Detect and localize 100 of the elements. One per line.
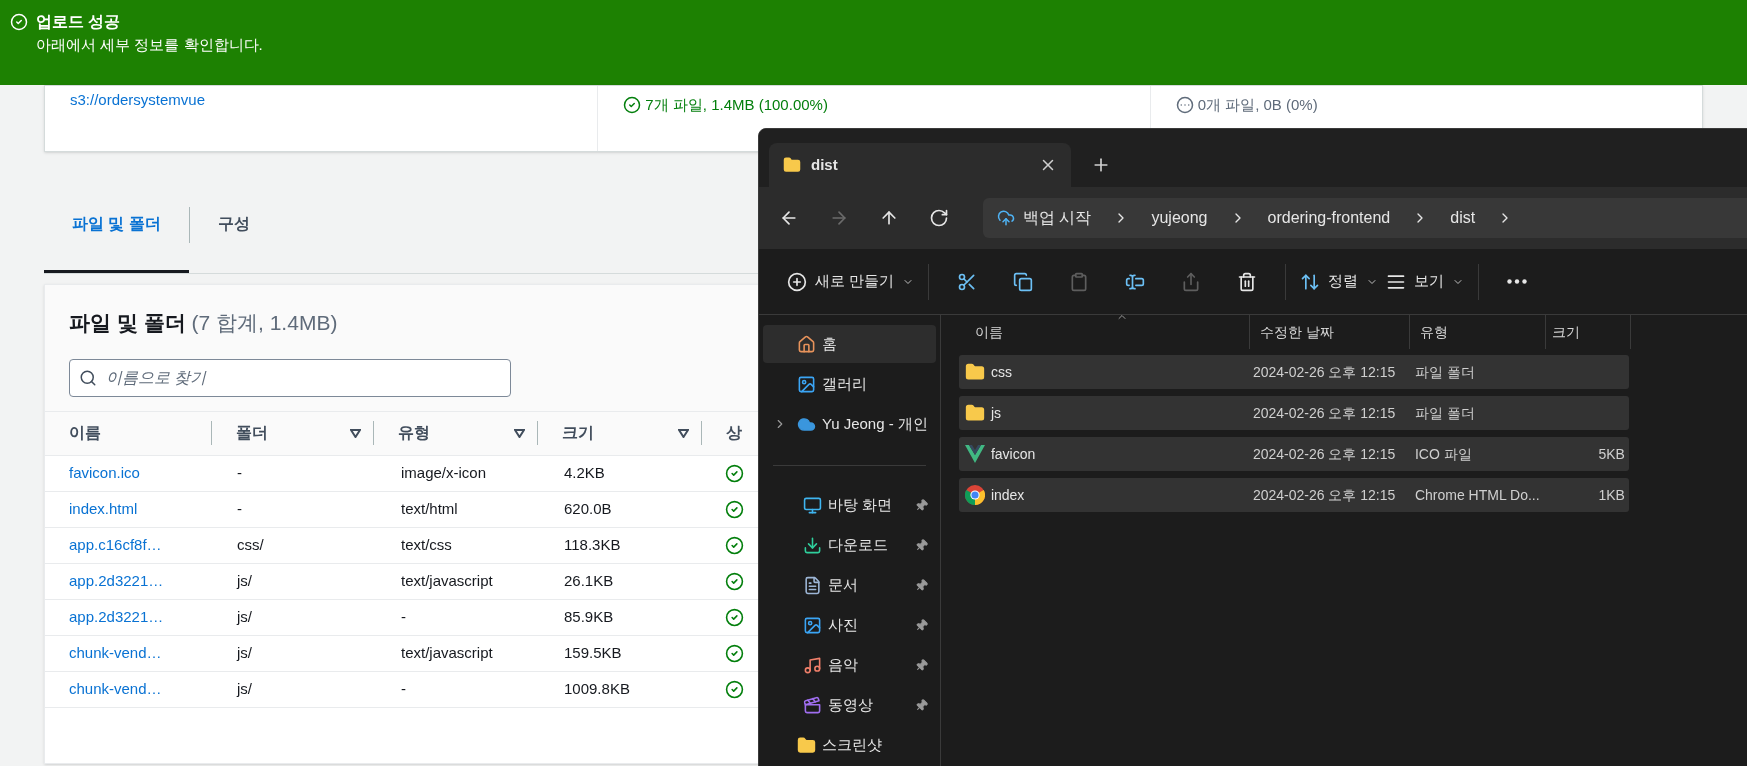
column-header[interactable]: 상 <box>726 421 742 445</box>
document-icon <box>803 575 822 595</box>
modified-date: 2024-02-26 오후 12:15 <box>1251 444 1397 464</box>
file-name: index <box>990 485 1025 505</box>
filter-icon[interactable] <box>350 428 361 438</box>
sidebar-item[interactable]: 사진 <box>763 606 936 644</box>
file-link[interactable]: favicon.ico <box>69 463 140 481</box>
file-row[interactable]: favicon 2024-02-26 오후 12:15 ICO 파일 5KB <box>958 437 1629 471</box>
type-cell: - <box>401 607 406 625</box>
folder-cell: js/ <box>237 643 252 661</box>
address-bar[interactable]: 백업 시작 yujeong ordering-frontend dist <box>983 198 1747 238</box>
size-cell: 26.1KB <box>564 571 614 589</box>
breadcrumb-item[interactable]: ordering-frontend <box>1267 206 1391 230</box>
size-cell: 4.2KB <box>564 463 605 481</box>
breadcrumb-item[interactable]: 백업 시작 <box>1023 206 1092 230</box>
sidebar-item[interactable]: 다운로드 <box>763 526 936 564</box>
file-row[interactable]: js 2024-02-26 오후 12:15 파일 폴더 <box>958 396 1629 430</box>
sidebar-item[interactable]: Yu Jeong - 개인 <box>763 405 936 443</box>
gallery-icon <box>797 374 816 394</box>
size-cell: 1009.8KB <box>564 679 630 697</box>
sidebar-item[interactable]: 동영상 <box>763 686 936 724</box>
column-header[interactable]: 폴더 <box>236 421 268 445</box>
banner-title: 업로드 성공 <box>36 12 122 32</box>
filter-icon[interactable] <box>678 428 689 438</box>
modified-date: 2024-02-26 오후 12:15 <box>1251 403 1397 423</box>
file-link[interactable]: chunk-vend… <box>69 679 162 697</box>
folder-icon <box>964 403 985 423</box>
type-cell: image/x-icon <box>401 463 487 481</box>
sidebar-label: 바탕 화면 <box>828 494 894 515</box>
folder-cell: js/ <box>237 571 252 589</box>
more-icon <box>1507 279 1528 284</box>
sidebar-item[interactable]: 홈 <box>763 325 936 363</box>
file-link[interactable]: app.2d3221… <box>69 571 164 589</box>
file-size: 1KB <box>1598 486 1625 503</box>
success-icon <box>10 13 28 31</box>
sidebar-item[interactable]: 음악 <box>763 646 936 684</box>
modified-date: 2024-02-26 오후 12:15 <box>1251 362 1397 382</box>
sidebar-item[interactable]: 갤러리 <box>763 365 936 403</box>
folder-cell: js/ <box>237 607 252 625</box>
tab-title: dist <box>811 154 839 175</box>
new-button[interactable]: 새로 만들기 <box>783 270 919 293</box>
sidebar-item[interactable]: 스크린샷 <box>763 726 936 764</box>
size-cell: 620.0B <box>564 499 612 517</box>
sidebar-label: Yu Jeong - 개인 <box>822 413 928 434</box>
file-type: Chrome HTML Do... <box>1413 485 1541 505</box>
filter-icon[interactable] <box>514 428 525 438</box>
file-link[interactable]: chunk-vend… <box>69 643 162 661</box>
trash-icon <box>1237 271 1258 292</box>
panel-count: (7 합계, 1.4MB) <box>191 311 338 334</box>
file-name: favicon <box>990 444 1036 464</box>
success-icon <box>623 96 642 114</box>
home-icon <box>797 334 816 354</box>
sidebar-label: 홈 <box>822 333 838 354</box>
file-row[interactable]: css 2024-02-26 오후 12:15 파일 폴더 <box>958 355 1629 389</box>
tab[interactable]: 구성 <box>189 177 278 273</box>
sidebar-label: 동영상 <box>828 694 874 715</box>
sidebar-label: 음악 <box>828 654 859 675</box>
monitor-icon <box>803 495 822 515</box>
file-type: 파일 폴더 <box>1413 362 1476 382</box>
sidebar-item[interactable]: 바탕 화면 <box>763 486 936 524</box>
breadcrumb-item[interactable]: dist <box>1450 206 1476 230</box>
succeeded-summary: 7개 파일, 1.4MB (100.00%) <box>645 95 828 115</box>
music-icon <box>803 655 822 675</box>
type-cell: - <box>401 679 406 697</box>
size-cell: 85.9KB <box>564 607 614 625</box>
file-size: 5KB <box>1598 445 1625 462</box>
column-header[interactable]: 수정한 날짜 <box>1248 315 1409 349</box>
chrome-logo-icon <box>964 485 985 505</box>
type-cell: text/javascript <box>401 571 493 589</box>
search-field[interactable]: 이름으로 찾기 <box>69 358 511 397</box>
sidebar-label: 갤러리 <box>822 373 868 394</box>
folder-icon <box>797 735 816 755</box>
column-header[interactable]: 이름 <box>69 421 101 445</box>
bucket-link[interactable]: s3://ordersystemvue <box>70 91 206 108</box>
pending-icon <box>1175 96 1194 114</box>
copy-icon <box>1013 271 1034 292</box>
refresh-icon[interactable] <box>929 208 949 228</box>
file-type: 파일 폴더 <box>1413 403 1476 423</box>
folder-cell: css/ <box>237 535 264 553</box>
failed-summary: 0개 파일, 0B (0%) <box>1197 95 1318 115</box>
sidebar-label: 스크린샷 <box>822 734 883 755</box>
column-header[interactable]: 유형 <box>398 421 430 445</box>
view-button[interactable]: 보기 <box>1382 270 1469 293</box>
vue-logo-icon <box>964 445 985 463</box>
breadcrumb-item[interactable]: yujeong <box>1151 206 1208 230</box>
file-link[interactable]: index.html <box>69 499 138 517</box>
tab[interactable]: 파일 및 폴더 <box>44 177 189 273</box>
sidebar-item[interactable]: 문서 <box>763 566 936 604</box>
file-row[interactable]: index 2024-02-26 오후 12:15 Chrome HTML Do... 1KB <box>958 478 1629 512</box>
column-header[interactable]: 크기 <box>562 421 594 445</box>
column-header[interactable]: 크기 <box>1544 315 1631 349</box>
cloud-upload-icon <box>997 209 1015 227</box>
banner-message: 아래에서 세부 정보를 확인합니다. <box>36 35 263 55</box>
column-header[interactable]: 유형 <box>1408 315 1545 349</box>
sort-button[interactable]: 정렬 <box>1296 270 1383 293</box>
file-link[interactable]: app.c16cf8f… <box>69 535 162 553</box>
window-tab[interactable]: dist <box>769 143 1071 187</box>
new-icon <box>787 271 807 292</box>
column-header[interactable]: 이름 <box>958 315 1249 349</box>
file-link[interactable]: app.2d3221… <box>69 607 164 625</box>
